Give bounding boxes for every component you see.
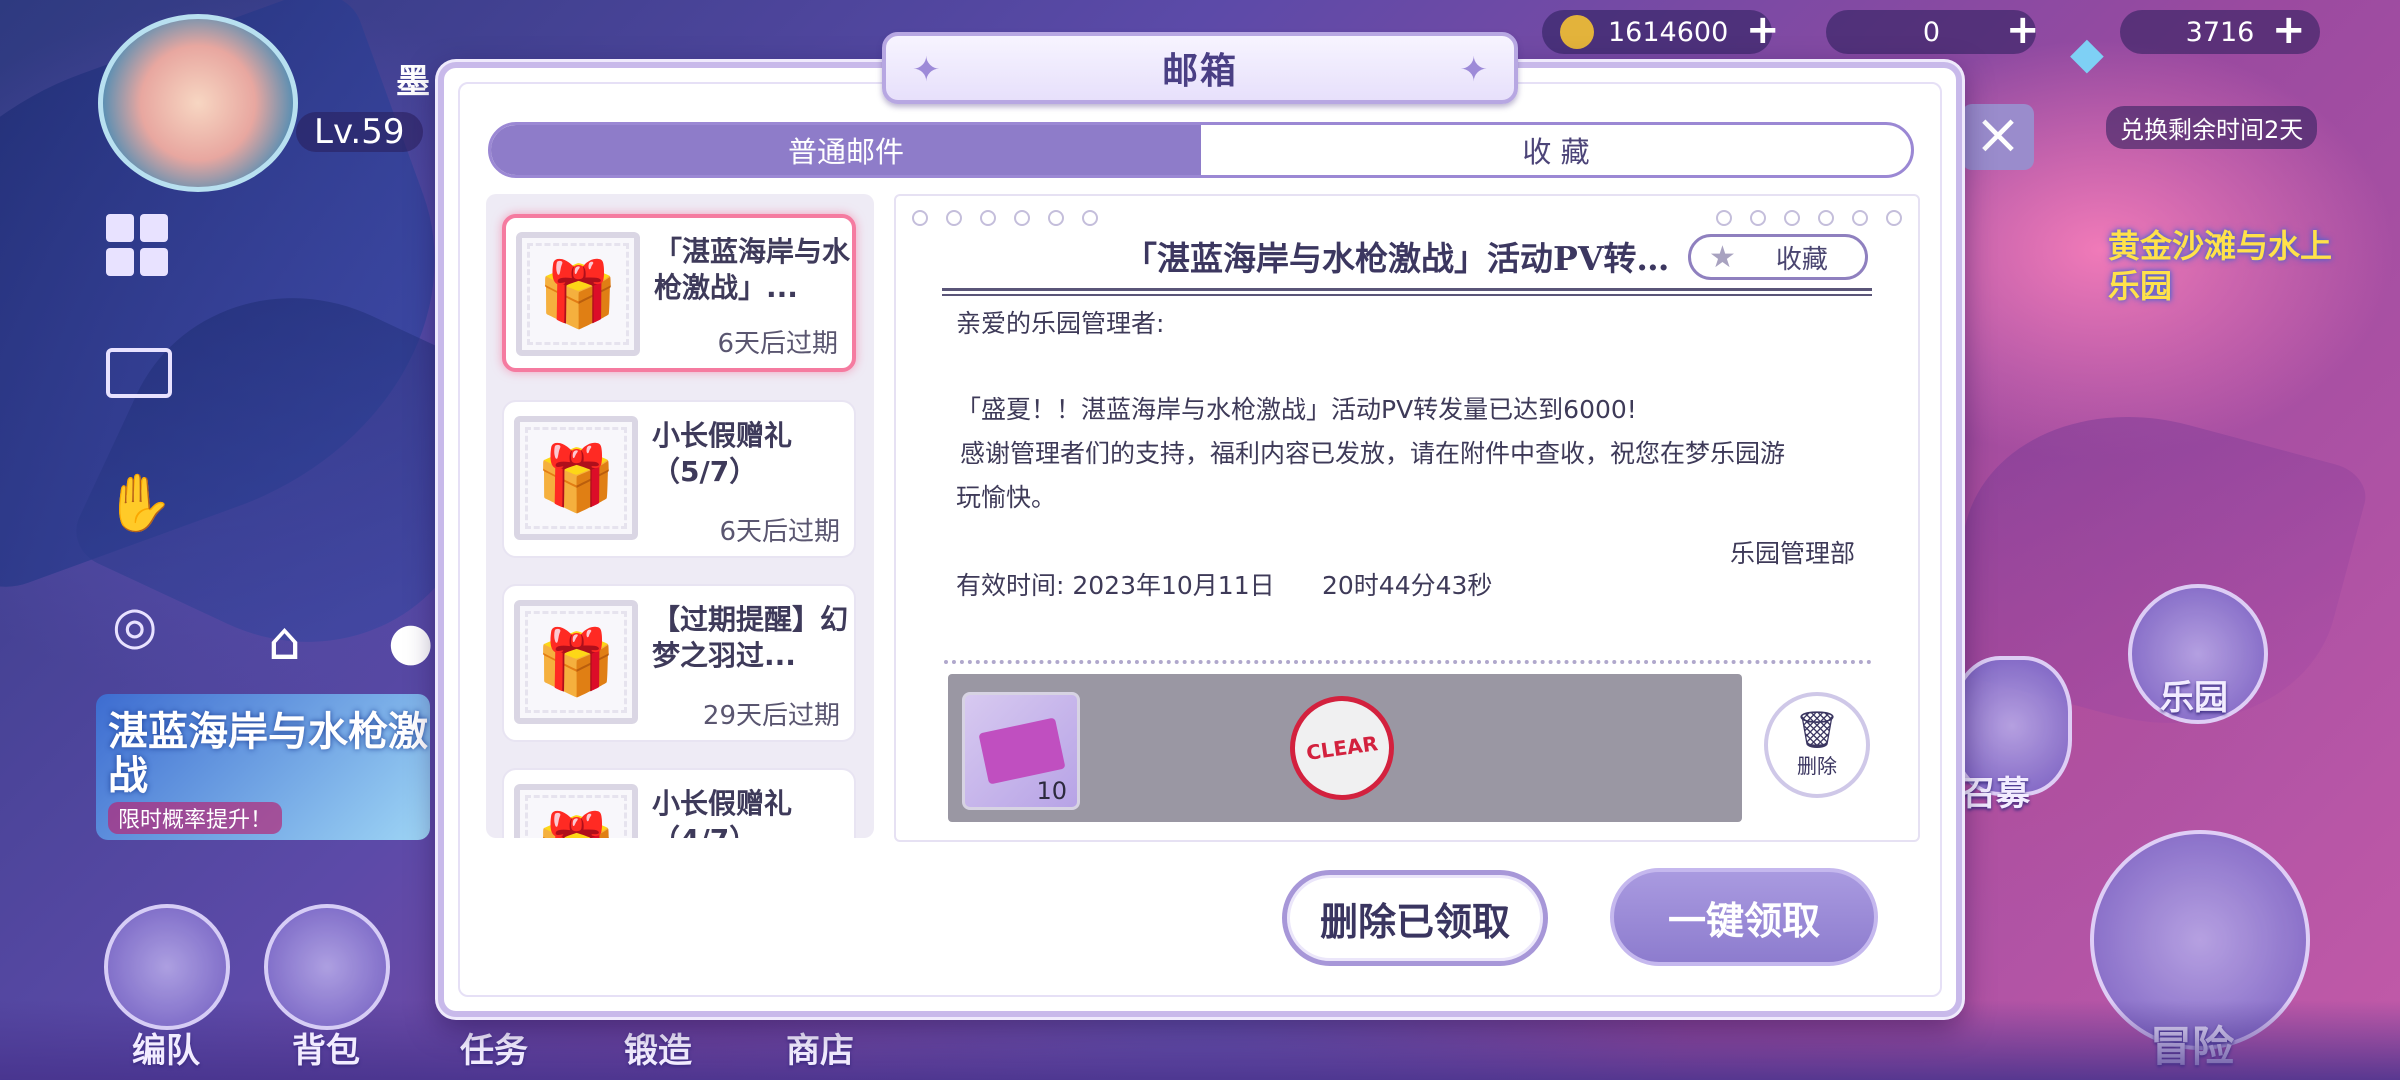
mail-detail-panel: 「湛蓝海岸与水枪激战」活动PV转发量已达到6000！ ★ 收藏 亲爱的乐园管理者…: [894, 194, 1920, 842]
close-icon[interactable]: ×: [1962, 104, 2034, 170]
gift-icon: 🎁: [514, 600, 638, 724]
clear-stamp-icon: CLEAR: [1283, 689, 1401, 807]
gift-icon: 🎁: [514, 416, 638, 540]
decor-dots: [1716, 210, 1902, 226]
mail-signature: 乐园管理部: [1730, 539, 1856, 568]
gift-icon: 🎁: [514, 784, 638, 838]
player-level: Lv.59: [296, 112, 423, 152]
title-divider: [942, 288, 1872, 296]
mail-body-line: 感谢管理者们的支持，福利内容已发放，请在附件中查收，祝您在梦乐园游: [960, 439, 1786, 468]
event-banner-left[interactable]: 湛蓝海岸与水枪激战 限时概率提升！: [96, 694, 430, 840]
tab-normal-mail[interactable]: 普通邮件: [491, 125, 1201, 175]
mail-title: 小长假赠礼（5/7）: [652, 419, 793, 488]
gold-value: 1614600: [1608, 16, 1729, 48]
event-banner-right[interactable]: 黄金沙滩与水上乐园: [2100, 154, 2340, 324]
event-banner-title: 湛蓝海岸与水枪激战: [108, 709, 428, 799]
sparkle-icon: ✦: [912, 50, 941, 90]
mail-expiry: 6天后过期: [717, 329, 838, 359]
favorite-label: 收藏: [1775, 244, 1828, 275]
delete-claimed-button[interactable]: 删除已领取: [1282, 870, 1548, 966]
event-banner-right-title: 黄金沙滩与水上乐园: [2108, 227, 2333, 305]
claim-all-button[interactable]: 一键领取: [1610, 868, 1878, 966]
mail-expiry: 6天后过期: [719, 517, 840, 547]
add-gem-button[interactable]: +: [2006, 8, 2040, 52]
dreamland-ticket-icon[interactable]: 10: [962, 692, 1080, 810]
mail-body-line: 「盛夏！！湛蓝海岸与水枪激战」活动PV转发量已达到6000!: [956, 395, 1637, 424]
diamond-value: 3716: [2185, 16, 2255, 48]
delete-label: 删除: [1797, 753, 1837, 778]
trash-icon: 🗑: [1794, 709, 1840, 751]
tab-favorites[interactable]: 收 藏: [1201, 125, 1911, 175]
gold-counter: 1614600: [1542, 10, 1772, 54]
mail-greeting: 亲爱的乐园管理者:: [956, 309, 1165, 338]
gold-coin-icon: [1560, 15, 1594, 49]
mail-validity-date: 有效时间: 2023年10月11日: [956, 571, 1275, 600]
friends-icon[interactable]: ✋: [104, 470, 174, 536]
player-avatar[interactable]: [98, 14, 298, 192]
mail-item[interactable]: 🎁 【过期提醒】幻梦之羽过... 29天后过期: [502, 584, 856, 742]
formation-icon[interactable]: [104, 904, 230, 1030]
nav-formation[interactable]: 编队: [132, 1023, 200, 1072]
mail-icon[interactable]: [106, 348, 172, 398]
mail-item[interactable]: 🎁 「湛蓝海岸与水枪激战」... 6天后过期: [502, 214, 856, 372]
mail-title: 小长假赠礼（4/7）: [652, 787, 793, 838]
clear-stamp-text: CLEAR: [1304, 731, 1380, 765]
sparkle-icon: ✦: [1459, 50, 1489, 90]
gift-icon: 🎁: [516, 232, 640, 356]
gem-counter: 0: [1826, 10, 2036, 54]
mail-item[interactable]: 🎁 小长假赠礼（4/7）: [502, 768, 856, 838]
nav-task[interactable]: 任务: [460, 1023, 528, 1072]
mail-title: 【过期提醒】幻梦之羽过...: [652, 603, 849, 672]
paradise-label: 乐园: [2160, 678, 2228, 718]
wardrobe-icon[interactable]: ⌂: [268, 612, 301, 672]
mail-detail-title: 「湛蓝海岸与水枪激战」活动PV转发量已达到6000！: [1124, 239, 1694, 278]
bag-icon[interactable]: [264, 904, 390, 1030]
add-gold-button[interactable]: +: [1746, 8, 1780, 52]
favorite-button[interactable]: ★ 收藏: [1688, 234, 1868, 280]
player-name: 墨: [396, 62, 430, 102]
mail-expiry: 29天后过期: [702, 701, 840, 731]
recruit-label: 召募: [1962, 774, 2030, 814]
mail-item[interactable]: 🎁 小长假赠礼（5/7） 6天后过期: [502, 400, 856, 558]
attachment-area: 10 CLEAR: [948, 674, 1742, 822]
mail-body-line: 玩愉快。: [956, 483, 1057, 512]
mail-validity-time: 20时44分43秒: [1322, 571, 1493, 600]
nav-bag[interactable]: 背包: [292, 1023, 360, 1072]
dialog-title: 邮箱: [1161, 51, 1238, 92]
dialog-title-plate: ✦ 邮箱 ✦: [882, 32, 1518, 104]
nav-shop[interactable]: 商店: [786, 1023, 854, 1072]
gem-value: 0: [1922, 16, 1940, 48]
mail-list[interactable]: 🎁 「湛蓝海岸与水枪激战」... 6天后过期 🎁 小长假赠礼（5/7） 6天后过…: [486, 194, 874, 838]
balloon-icon[interactable]: ◎: [112, 596, 157, 656]
profile-icon[interactable]: ●: [388, 612, 433, 672]
delete-mail-button[interactable]: 🗑 删除: [1764, 692, 1870, 798]
diamond-icon: ◆: [2070, 28, 2104, 79]
mail-tabs: 普通邮件 收 藏: [488, 122, 1914, 178]
decor-dots: [912, 210, 1098, 226]
add-diamond-button[interactable]: +: [2272, 8, 2306, 52]
menu-grid-icon[interactable]: [106, 214, 168, 276]
attachment-divider: [944, 660, 1872, 664]
event-banner-subtitle: 限时概率提升！: [108, 802, 283, 834]
star-icon: ★: [1709, 239, 1736, 275]
nav-forge[interactable]: 锻造: [624, 1023, 692, 1072]
attachment-count: 10: [1036, 777, 1067, 805]
exchange-timer: 兑换剩余时间2天: [2106, 106, 2318, 149]
mail-title: 「湛蓝海岸与水枪激战」...: [654, 235, 851, 304]
